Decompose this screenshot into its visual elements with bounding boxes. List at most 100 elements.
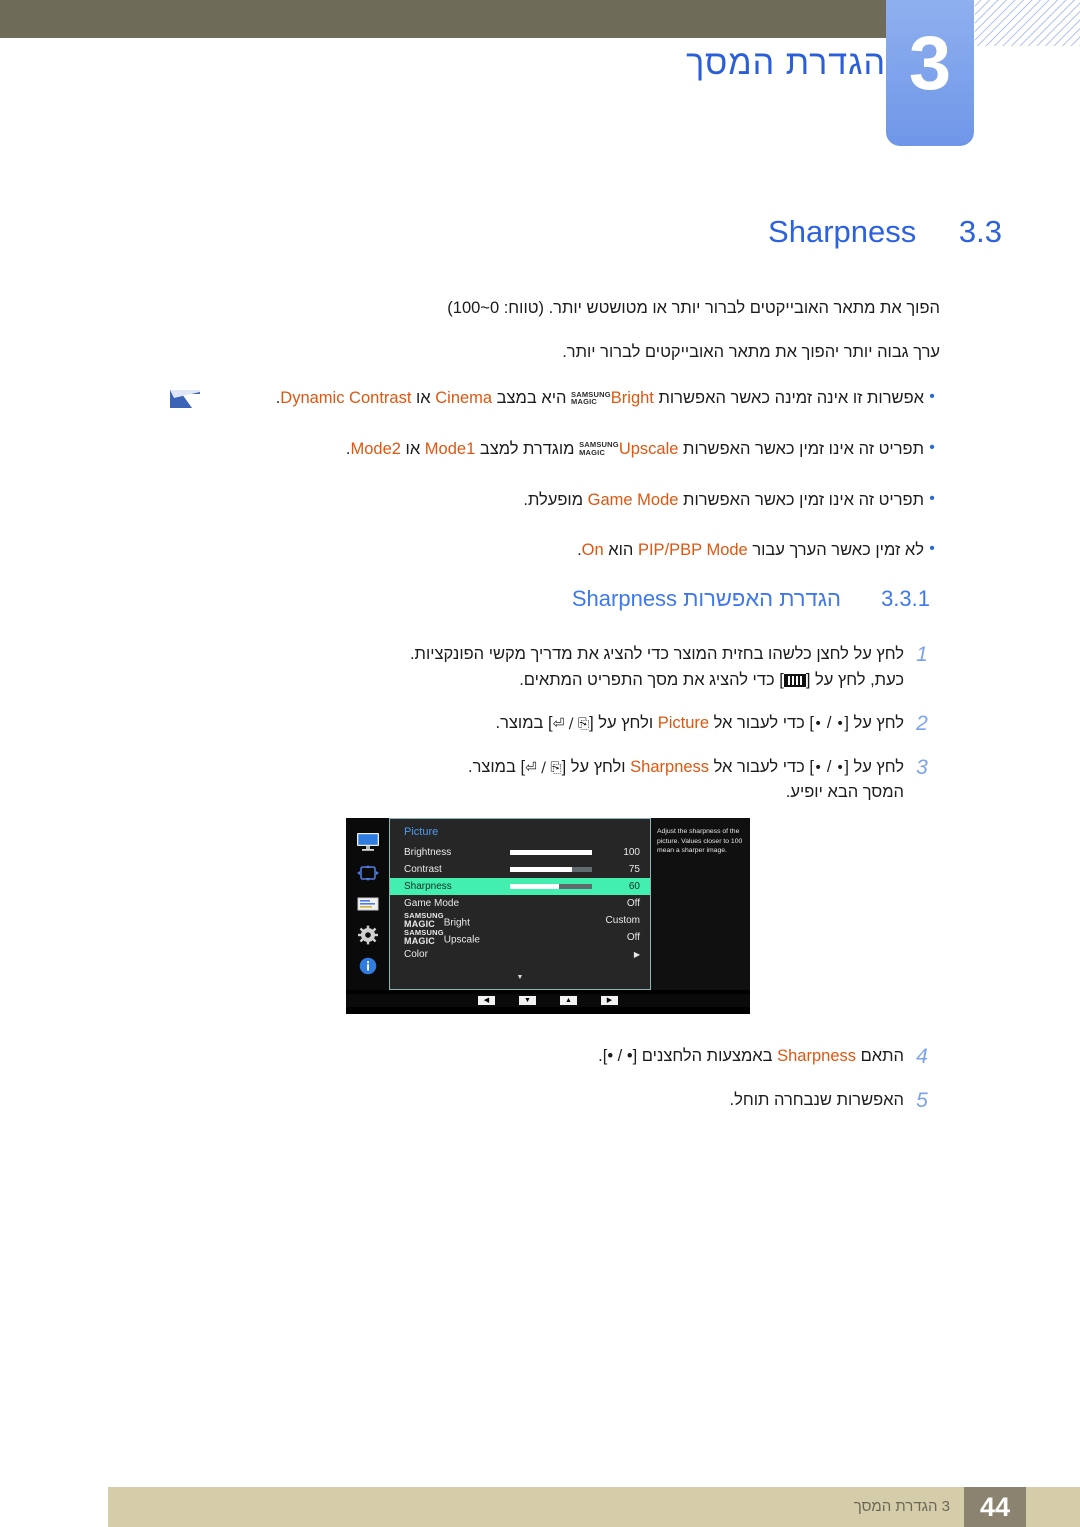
chapter-title: הגדרת המסך bbox=[686, 44, 886, 82]
monitor-icon bbox=[355, 831, 381, 853]
step-number: 2 bbox=[916, 712, 928, 736]
step-line-2: המסך הבא יופיע. bbox=[785, 783, 904, 802]
osd-scroll-caret-icon: ▼ bbox=[516, 974, 524, 981]
note-bullet-item: • תפריט זה אינו זמין כאשר האפשרות SAMSUN… bbox=[220, 437, 940, 462]
osd-row-slider[interactable] bbox=[510, 850, 592, 855]
osd-row-label: SAMSUNG MAGIC Bright bbox=[404, 912, 470, 929]
step-post: ] במוצר. bbox=[467, 757, 526, 776]
bullet-marker: • bbox=[929, 540, 935, 558]
osd-row-value: 100 bbox=[623, 847, 640, 858]
osd-row-value: Custom bbox=[605, 915, 640, 926]
section-number: 3.3 bbox=[958, 214, 1002, 249]
osd-row-magicupscale[interactable]: SAMSUNG MAGIC Upscale Off bbox=[390, 929, 650, 946]
osd-row-slider[interactable] bbox=[510, 884, 592, 889]
note-text: לא זמין כאשר הערך עבור PIP/PBP Mode הוא … bbox=[220, 538, 924, 563]
step-number: 3 bbox=[916, 755, 928, 779]
osd-row-label: Color bbox=[404, 949, 428, 960]
osd-row-contrast[interactable]: Contrast 75 bbox=[390, 861, 650, 878]
osd-menu-panel: Picture Brightness 100 Contrast 75 Sharp… bbox=[389, 818, 651, 990]
step-item: 3 לחץ על [• / •] כדי לעבור אל Sharpness … bbox=[160, 755, 940, 806]
subsection-title: הגדרת האפשרות Sharpness bbox=[572, 586, 841, 612]
step-text: לחץ על [• / •] כדי לעבור אל Sharpness ול… bbox=[160, 755, 904, 806]
note-text-mid: היא במצב bbox=[492, 389, 572, 407]
subsection-number: 3.3.1 bbox=[881, 586, 930, 611]
key-down-icon[interactable]: ▼ bbox=[519, 996, 536, 1005]
step-text: האפשרות שנבחרה תוחל. bbox=[729, 1090, 904, 1109]
info-icon bbox=[355, 955, 381, 977]
osd-row-value: 75 bbox=[628, 864, 640, 875]
step-number: 5 bbox=[916, 1088, 928, 1112]
dpad-icon bbox=[355, 862, 381, 884]
note-text-mid: מוגדרת למצב bbox=[475, 439, 580, 458]
osd-row-game-mode[interactable]: Game Mode Off bbox=[390, 895, 650, 912]
subsection-title-he: הגדרת האפשרות bbox=[683, 586, 841, 611]
osd-menu-screenshot: Picture Brightness 100 Contrast 75 Sharp… bbox=[346, 818, 750, 1014]
step-post: באמצעות הלחצנים [• / •]. bbox=[598, 1047, 778, 1065]
manual-page: 3 הגדרת המסך 3.3 Sharpness הפוך את מתאר … bbox=[0, 0, 1080, 1527]
list-icon bbox=[355, 893, 381, 915]
intro-paragraph-1: הפוך את מתאר האובייקטים לברור יותר או מט… bbox=[447, 299, 940, 317]
note-bullet-item: • לא זמין כאשר הערך עבור PIP/PBP Mode הו… bbox=[220, 538, 940, 563]
step-number: 1 bbox=[916, 643, 928, 666]
note-keyword-2: On bbox=[581, 541, 604, 560]
magic-word: Bright bbox=[610, 389, 654, 407]
step-mid-3: ולחץ על [ bbox=[561, 757, 631, 776]
step-mid-3: ולחץ על [ bbox=[589, 714, 658, 733]
note-keyword-2: Mode2 bbox=[350, 439, 401, 458]
step-line-2-pre: כעת, לחץ על [ bbox=[805, 670, 904, 689]
osd-row-label: SAMSUNG MAGIC Upscale bbox=[404, 929, 480, 946]
magic-word: Upscale bbox=[443, 934, 480, 946]
magic-bottom: MAGIC bbox=[571, 397, 598, 406]
step-line-1: לחץ על לחצן כלשהו בחזית המוצר כדי להציג … bbox=[409, 645, 904, 663]
enter-key: ⏎ / ⎘ bbox=[525, 759, 562, 776]
osd-sidebar bbox=[346, 818, 389, 990]
note-text-pre: אפשרות זו אינה זמינה כאשר האפשרות bbox=[653, 389, 924, 407]
footer-page-number: 44 bbox=[964, 1487, 1026, 1527]
diagonal-hatch-decoration bbox=[975, 0, 1080, 46]
note-keyword-1: Game Mode bbox=[587, 490, 679, 509]
procedure-steps-after: 4 התאם Sharpness באמצעות הלחצנים [• / •]… bbox=[160, 1044, 940, 1131]
step-item: 4 התאם Sharpness באמצעות הלחצנים [• / •]… bbox=[160, 1044, 940, 1070]
note-text: אפשרות זו אינה זמינה כאשר האפשרות SAMSUN… bbox=[220, 386, 924, 411]
step-item: 1 לחץ על לחצן כלשהו בחזית המוצר כדי להצי… bbox=[160, 642, 940, 693]
key-right-icon[interactable]: ▶ bbox=[601, 996, 618, 1005]
step-keyword: Sharpness bbox=[777, 1047, 856, 1065]
step-pre: התאם bbox=[856, 1047, 904, 1065]
step-mid-1: / bbox=[822, 757, 837, 776]
step-mid-2: ] כדי לעבור אל bbox=[709, 714, 815, 733]
step-text: לחץ על לחצן כלשהו בחזית המוצר כדי להציג … bbox=[160, 642, 904, 693]
section-heading: 3.3 Sharpness bbox=[442, 214, 1002, 250]
submenu-arrow-icon: ▶ bbox=[633, 950, 640, 959]
samsung-magic-bright-label: SAMSUNG MAGIC Bright bbox=[571, 386, 654, 411]
bullet-marker: • bbox=[929, 438, 935, 456]
osd-row-label: Sharpness bbox=[404, 881, 452, 892]
note-keyword-2: Dynamic Contrast bbox=[280, 389, 412, 407]
note-text-join: או bbox=[400, 439, 425, 458]
note-keyword-1: PIP/PBP Mode bbox=[637, 541, 748, 560]
magic-word: Bright bbox=[443, 917, 470, 929]
magic-bottom: MAGIC bbox=[404, 935, 435, 946]
osd-row-sharpness[interactable]: Sharpness 60 bbox=[390, 878, 650, 895]
osd-row-magicbright[interactable]: SAMSUNG MAGIC Bright Custom bbox=[390, 912, 650, 929]
step-item: 5 האפשרות שנבחרה תוחל. bbox=[160, 1088, 940, 1114]
key-up-icon[interactable]: ▲ bbox=[560, 996, 577, 1005]
subsection-heading: 3.3.1 הגדרת האפשרות Sharpness bbox=[390, 586, 930, 612]
bullet-marker: • bbox=[929, 388, 935, 405]
note-text-pre: לא זמין כאשר הערך עבור bbox=[747, 541, 924, 560]
procedure-steps: 1 לחץ על לחצן כלשהו בחזית המוצר כדי להצי… bbox=[160, 642, 940, 824]
osd-row-value: 60 bbox=[628, 881, 640, 892]
osd-row-slider[interactable] bbox=[510, 867, 592, 872]
note-text-post: מופעלת. bbox=[523, 490, 588, 509]
note-text: תפריט זה אינו זמין כאשר האפשרות SAMSUNG M… bbox=[220, 437, 924, 462]
step-keyword: Picture bbox=[657, 714, 710, 733]
note-flag-icon bbox=[170, 390, 200, 408]
osd-row-color[interactable]: Color ▶ bbox=[390, 946, 650, 963]
osd-row-brightness[interactable]: Brightness 100 bbox=[390, 844, 650, 861]
osd-row-value: Off bbox=[626, 898, 640, 909]
note-text-join: או bbox=[411, 389, 436, 407]
osd-key-guide-bar: ◀ ▼ ▲ ▶ bbox=[346, 994, 750, 1007]
step-mid-2: ] כדי לעבור אל bbox=[709, 757, 815, 776]
note-text-pre: תפריט זה אינו זמין כאשר האפשרות bbox=[678, 490, 924, 509]
key-left-icon[interactable]: ◀ bbox=[478, 996, 495, 1005]
intro-paragraph-2: ערך גבוה יותר יהפוך את מתאר האובייקטים ל… bbox=[562, 343, 940, 361]
